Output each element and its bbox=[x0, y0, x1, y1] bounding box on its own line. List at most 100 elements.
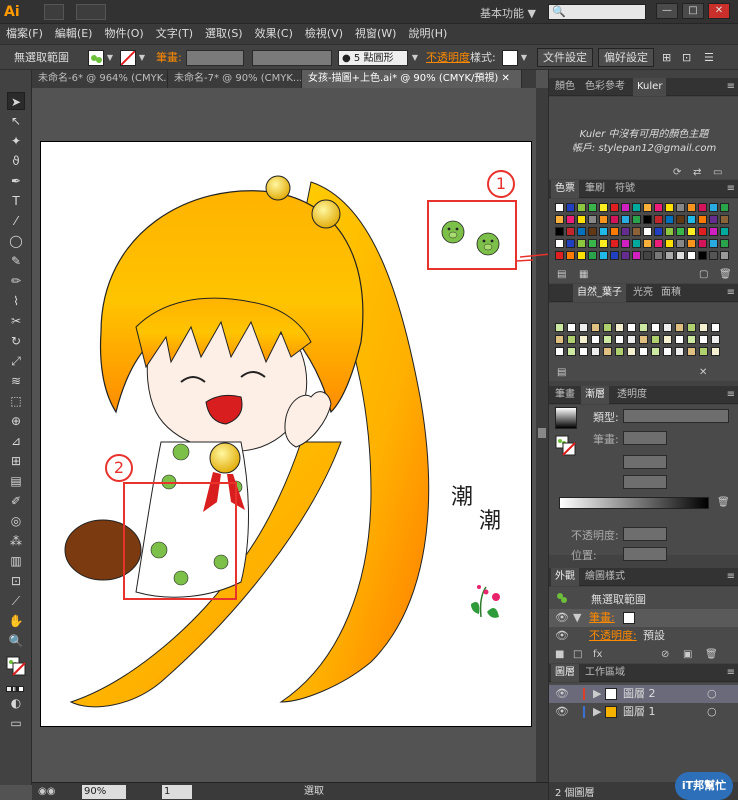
color-swatch[interactable] bbox=[588, 251, 597, 260]
maximize-button[interactable]: □ bbox=[682, 3, 704, 19]
tab-transparency[interactable]: 透明度 bbox=[613, 386, 651, 404]
color-swatch[interactable] bbox=[720, 251, 729, 260]
color-swatch[interactable] bbox=[698, 203, 707, 212]
pattern-swatch[interactable] bbox=[699, 323, 708, 332]
color-swatch[interactable] bbox=[588, 203, 597, 212]
selection-tool-icon[interactable]: ➤ bbox=[7, 92, 25, 110]
color-swatch[interactable] bbox=[698, 251, 707, 260]
pattern-swatch[interactable] bbox=[675, 347, 684, 356]
style-dropdown-icon[interactable]: ▼ bbox=[519, 50, 529, 66]
tab-area[interactable]: 面積 bbox=[657, 284, 685, 302]
color-swatch[interactable] bbox=[720, 227, 729, 236]
stroke-weight-field[interactable] bbox=[186, 50, 244, 66]
pen-tool-icon[interactable]: ✒ bbox=[7, 172, 25, 190]
pattern-swatch[interactable] bbox=[699, 335, 708, 344]
pattern-swatch[interactable] bbox=[603, 323, 612, 332]
tab-symbols[interactable]: 符號 bbox=[611, 180, 639, 198]
pattern-swatch[interactable] bbox=[615, 347, 624, 356]
pattern-swatch[interactable] bbox=[663, 347, 672, 356]
color-swatch[interactable] bbox=[632, 251, 641, 260]
duplicate-item-icon[interactable]: ▣ bbox=[683, 649, 692, 661]
menu-file[interactable]: 檔案(F) bbox=[0, 24, 49, 44]
color-swatch[interactable] bbox=[621, 227, 630, 236]
lasso-tool-icon[interactable]: ϑ bbox=[7, 152, 25, 170]
layer-row-2[interactable]: 👁 ▶ 圖層 2 ○ bbox=[549, 685, 738, 703]
vertical-scrollbar[interactable] bbox=[536, 88, 548, 782]
add-fill-icon[interactable]: □ bbox=[573, 649, 582, 661]
color-swatch[interactable] bbox=[577, 227, 586, 236]
color-swatch[interactable] bbox=[599, 251, 608, 260]
color-swatch[interactable] bbox=[566, 203, 575, 212]
panel-menu-icon[interactable]: ≡ bbox=[727, 180, 735, 198]
tab-brushes[interactable]: 筆刷 bbox=[581, 180, 609, 198]
close-button[interactable]: ✕ bbox=[708, 3, 730, 19]
color-swatch[interactable] bbox=[566, 251, 575, 260]
menu-window[interactable]: 視窗(W) bbox=[349, 24, 402, 44]
color-swatch[interactable] bbox=[588, 215, 597, 224]
scrollbar-thumb[interactable] bbox=[538, 428, 546, 438]
type-tool-icon[interactable]: T bbox=[7, 192, 25, 210]
color-swatch[interactable] bbox=[665, 215, 674, 224]
fill-dropdown-icon[interactable]: ▼ bbox=[105, 50, 115, 66]
pattern-swatch[interactable] bbox=[639, 323, 648, 332]
pattern-swatch[interactable] bbox=[603, 335, 612, 344]
pattern-swatch[interactable] bbox=[591, 323, 600, 332]
color-swatch[interactable] bbox=[665, 251, 674, 260]
color-swatch[interactable] bbox=[709, 227, 718, 236]
gradient-type-select[interactable] bbox=[623, 409, 729, 423]
color-swatch[interactable] bbox=[665, 239, 674, 248]
color-swatch[interactable] bbox=[687, 203, 696, 212]
pattern-swatch[interactable] bbox=[567, 335, 576, 344]
color-swatch[interactable] bbox=[555, 203, 564, 212]
color-swatch[interactable] bbox=[709, 239, 718, 248]
color-swatch[interactable] bbox=[621, 203, 630, 212]
gradient-angle-field[interactable] bbox=[623, 455, 667, 469]
direct-selection-tool-icon[interactable]: ↖ bbox=[7, 112, 25, 130]
draw-mode-icon[interactable]: ◐ bbox=[7, 694, 25, 712]
hand-tool-icon[interactable]: ✋ bbox=[7, 612, 25, 630]
panel-menu-icon[interactable]: ≡ bbox=[727, 386, 735, 404]
color-swatch[interactable] bbox=[610, 251, 619, 260]
zoom-tool-icon[interactable]: 🔍 bbox=[7, 632, 25, 650]
color-swatch[interactable] bbox=[610, 215, 619, 224]
pattern-swatch[interactable] bbox=[615, 323, 624, 332]
no-stroke-swatch-icon[interactable] bbox=[623, 612, 635, 624]
tab-glossy[interactable]: 光亮 bbox=[629, 284, 657, 302]
gradient-tool-icon[interactable]: ▤ bbox=[7, 472, 25, 490]
color-swatch[interactable] bbox=[566, 239, 575, 248]
scale-tool-icon[interactable]: ⤢ bbox=[7, 352, 25, 370]
pattern-swatch[interactable] bbox=[711, 335, 720, 344]
style-swatch[interactable] bbox=[502, 50, 518, 66]
color-swatch[interactable] bbox=[687, 227, 696, 236]
color-mode-buttons[interactable] bbox=[6, 682, 26, 692]
tab-swatches[interactable]: 色票 bbox=[551, 180, 579, 198]
color-swatch[interactable] bbox=[588, 227, 597, 236]
color-swatch[interactable] bbox=[687, 239, 696, 248]
color-swatch[interactable] bbox=[643, 203, 652, 212]
color-swatch[interactable] bbox=[555, 239, 564, 248]
pattern-swatch[interactable] bbox=[675, 323, 684, 332]
shape-builder-tool-icon[interactable]: ⊕ bbox=[7, 412, 25, 430]
tab-girl-drawing[interactable]: 女孩-描圖+上色.ai* @ 90% (CMYK/預視) ✕ bbox=[302, 70, 522, 88]
color-swatch[interactable] bbox=[555, 251, 564, 260]
tab-color[interactable]: 顏色 bbox=[551, 78, 579, 96]
panel-menu-icon[interactable]: ≡ bbox=[727, 568, 735, 586]
gradient-slider[interactable] bbox=[559, 497, 709, 509]
panel-menu-icon[interactable]: ≡ bbox=[727, 78, 735, 96]
pattern-swatch[interactable] bbox=[591, 335, 600, 344]
fill-stroke-mini[interactable] bbox=[555, 435, 577, 457]
color-swatch[interactable] bbox=[577, 215, 586, 224]
rotate-tool-icon[interactable]: ↻ bbox=[7, 332, 25, 350]
clear-appearance-icon[interactable]: ⊘ bbox=[661, 649, 669, 661]
expand-triangle-icon[interactable]: ▶ bbox=[593, 685, 601, 703]
pattern-swatch[interactable] bbox=[555, 335, 564, 344]
library-menu-icon[interactable]: ▤ bbox=[557, 367, 566, 379]
layer-name[interactable]: 圖層 1 bbox=[623, 703, 656, 721]
symbol-sprayer-tool-icon[interactable]: ⁂ bbox=[7, 532, 25, 550]
layer-row-1[interactable]: 👁 ▶ 圖層 1 ○ bbox=[549, 703, 738, 721]
delete-item-icon[interactable]: 🗑 bbox=[705, 649, 718, 661]
column-graph-tool-icon[interactable]: ▥ bbox=[7, 552, 25, 570]
color-swatch[interactable] bbox=[698, 239, 707, 248]
refresh-icon[interactable]: ⟳ bbox=[673, 167, 681, 179]
color-swatch[interactable] bbox=[599, 215, 608, 224]
